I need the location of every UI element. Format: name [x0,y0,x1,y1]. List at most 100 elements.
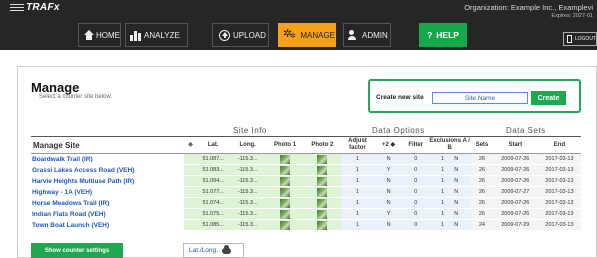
spacer-cell [183,186,198,198]
col-lat[interactable]: Lat. [197,136,230,154]
site-link[interactable]: Grassi Lakes Access Road (VEH) [31,164,184,176]
adjust-cell: 1 [341,208,374,220]
question-icon: ? [427,30,433,40]
filter-cell: 0 [403,208,429,220]
latlong-export-button[interactable]: Lat./Long. [183,243,244,258]
exclusions-cell: 1N [428,175,472,187]
end-cell: 2017-03-13 [537,175,581,187]
photo2-cell[interactable] [303,164,342,176]
nav-admin-button[interactable]: ADMIN [343,23,391,47]
site-photo-thumbnail[interactable] [317,154,328,164]
users-icon [348,29,359,41]
photo1-cell[interactable] [266,164,304,176]
plus2-cell: Y [373,164,404,176]
photo2-cell[interactable] [303,175,342,187]
latlong-label: Lat./Long. [189,247,218,254]
long-cell: -115.3... [229,208,267,220]
photo2-cell[interactable] [303,186,342,198]
lat-cell: 51.077... [197,186,230,198]
show-counter-settings-button[interactable]: Show counter settings [31,243,123,258]
site-link[interactable]: Boardwalk Trail (IR) [31,153,184,165]
exclusion-b: N [454,211,459,217]
photo1-cell[interactable] [266,175,304,187]
photo1-cell[interactable] [266,219,304,231]
site-photo-thumbnail[interactable] [317,220,328,230]
group-data-options: Data Options [372,126,425,135]
col-long[interactable]: Long. [229,136,267,154]
site-photo-thumbnail[interactable] [317,209,328,219]
exclusion-a: 1 [441,167,445,173]
col-filter: Filter [403,136,429,154]
spacer-cell [183,164,198,176]
nav-upload-button[interactable]: UPLOAD [212,23,269,47]
adjust-cell: 1 [341,186,374,198]
new-site-label: Create new site [376,94,424,101]
site-photo-thumbnail[interactable] [280,209,291,219]
exclusion-a: 1 [441,178,445,184]
nav-help-button[interactable]: ? HELP [419,23,467,47]
sets-cell: 26 [471,175,493,187]
site-photo-thumbnail[interactable] [317,198,328,208]
nav-analyze-button[interactable]: ANALYZE [125,23,188,47]
site-link[interactable]: Indian Flats Road (VEH) [31,208,184,220]
organization-label: Organization: Example Inc., Examplevi [464,3,593,12]
nav-manage-button[interactable]: MANAGE [278,23,336,47]
filter-cell: 0 [403,153,429,165]
site-photo-thumbnail[interactable] [280,187,291,197]
filter-cell: 0 [403,197,429,209]
logout-button[interactable]: LOGOUT [563,32,597,46]
photo2-cell[interactable] [303,219,342,231]
filter-cell: 0 [403,164,429,176]
site-photo-thumbnail[interactable] [317,165,328,175]
photo2-cell[interactable] [303,153,342,165]
logo-lines-icon [10,3,24,11]
site-photo-thumbnail[interactable] [280,154,291,164]
lat-cell: 51.074... [197,197,230,209]
exclusions-cell: 1N [428,153,472,165]
site-link[interactable]: Town Boat Launch (VEH) [31,219,184,231]
photo1-cell[interactable] [266,197,304,209]
photo1-cell[interactable] [266,186,304,198]
site-photo-thumbnail[interactable] [280,198,291,208]
adjust-cell: 1 [341,164,374,176]
photo2-cell[interactable] [303,208,342,220]
exclusion-b: N [454,222,459,228]
site-photo-thumbnail[interactable] [280,220,291,230]
photo1-cell[interactable] [266,208,304,220]
site-name-input[interactable] [432,92,528,104]
table-row[interactable]: Horse Meadows Trail (IR) 51.074... -115.3.… [31,197,581,209]
start-cell: 2009-07-27 [492,186,538,198]
table-row[interactable]: Grassi Lakes Access Road (VEH) 51.083... -… [31,164,581,176]
nav-analyze-label: ANALYZE [144,30,180,40]
nav-home-button[interactable]: HOME [78,23,121,47]
logout-icon [567,35,572,43]
site-photo-thumbnail[interactable] [317,187,328,197]
table-header-row: Manage Site ◆ Lat. Long. Photo 1 Photo 2… [31,136,581,154]
table-row[interactable]: Boardwalk Trail (IR) 51.087... -115.3... 1 N… [31,153,581,165]
exclusion-a: 1 [441,200,445,206]
table-row[interactable]: Highway - 1A (VEH) 51.077... -115.3... 1 N 0 1… [31,186,581,198]
nav-upload-label: UPLOAD [233,30,266,40]
table-row[interactable]: Harvie Heights Multiuse Path (IR) 51.094.… [31,175,581,187]
col-manage-site[interactable]: Manage Site [31,136,184,154]
col-end: End [537,136,581,154]
long-cell: -115.3... [229,164,267,176]
site-link[interactable]: Harvie Heights Multiuse Path (IR) [31,175,184,187]
site-photo-thumbnail[interactable] [280,165,291,175]
photo2-cell[interactable] [303,197,342,209]
site-link[interactable]: Highway - 1A (VEH) [31,186,184,198]
site-photo-thumbnail[interactable] [280,176,291,186]
long-cell: -115.3... [229,186,267,198]
sort-icon[interactable]: ◆ [183,136,198,154]
site-link[interactable]: Horse Meadows Trail (IR) [31,197,184,209]
lat-cell: 51.083... [197,164,230,176]
trafx-logo[interactable]: TRAFx [10,2,60,13]
photo1-cell[interactable] [266,153,304,165]
col-plus2[interactable]: +2 ◆ [373,136,404,154]
create-site-button[interactable]: Create [531,91,566,105]
table-body: Boardwalk Trail (IR) 51.087... -115.3... 1 N… [31,153,581,231]
table-row[interactable]: Indian Flats Road (VEH) 51.075... -115.3..… [31,208,581,220]
spacer-cell [183,219,198,231]
site-photo-thumbnail[interactable] [317,176,328,186]
table-row[interactable]: Town Boat Launch (VEH) 51.085... -115.3...… [31,219,581,231]
